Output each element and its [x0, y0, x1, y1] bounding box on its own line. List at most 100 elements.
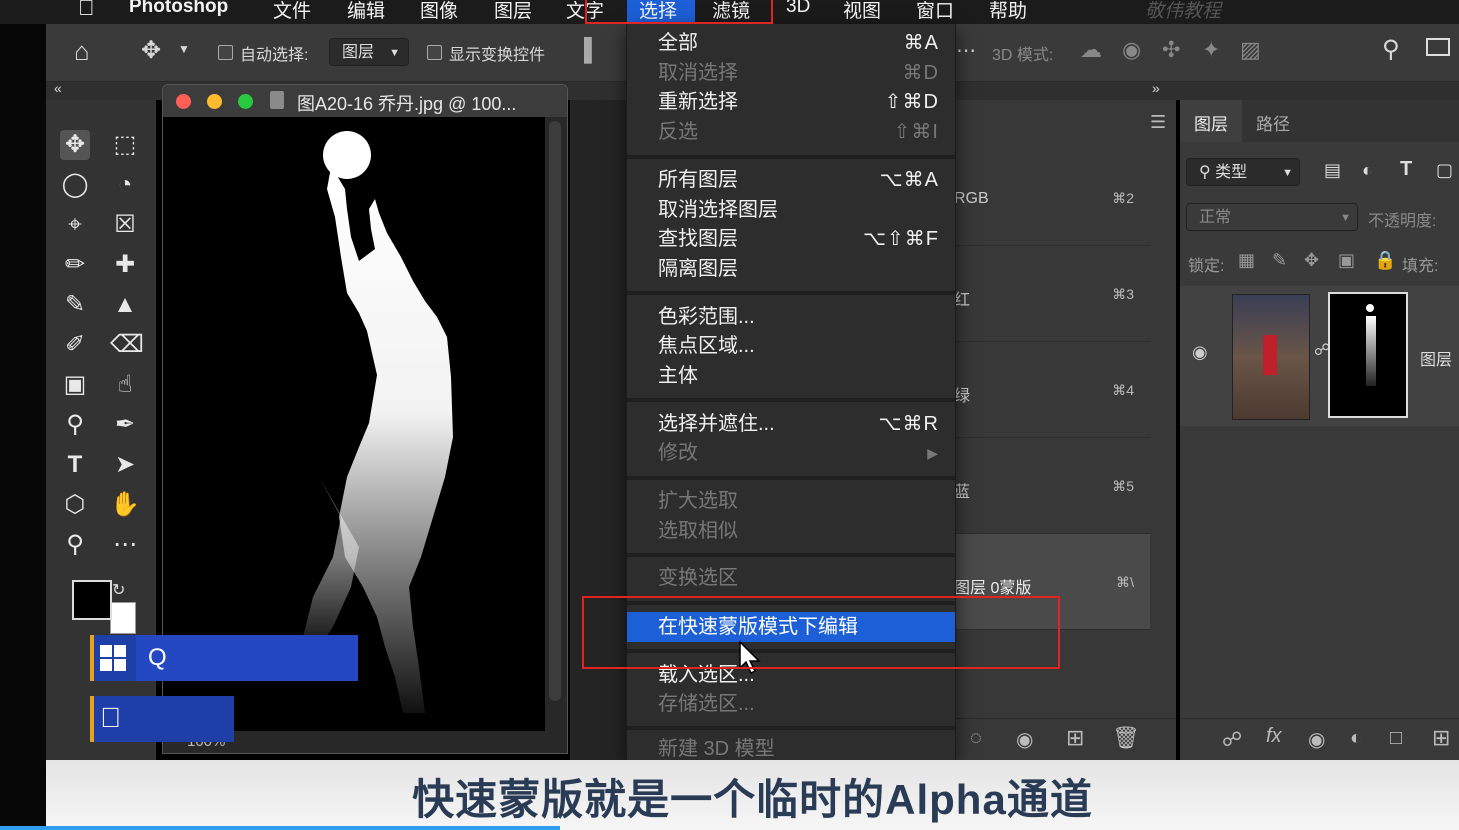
menu-item-select-and-mask[interactable]: 选择并遮住... ⌥⌘R	[627, 409, 955, 439]
menu-item-inverse[interactable]: 反选 ⇧⌘I	[627, 117, 955, 147]
menu-help[interactable]: 帮助	[989, 0, 1027, 23]
menu-view[interactable]: 视图	[843, 0, 881, 23]
search-icon[interactable]: ⚲	[1382, 35, 1400, 64]
background-color-swatch[interactable]	[110, 602, 136, 634]
menu-item-reselect[interactable]: 重新选择 ⇧⌘D	[627, 87, 955, 117]
crop-tool-icon[interactable]: ⌖	[60, 210, 90, 240]
tab-paths[interactable]: 路径	[1242, 100, 1304, 142]
roll-3d-icon[interactable]: ◉	[1122, 37, 1141, 63]
workspace-icon[interactable]	[1426, 38, 1450, 56]
menu-item-deselect[interactable]: 取消选择 ⌘D	[627, 58, 955, 88]
zoom-window-button[interactable]	[238, 94, 253, 109]
brush-tool-icon[interactable]: ✎	[60, 290, 90, 320]
adjustment-layer-icon[interactable]: ◐	[1350, 727, 1362, 750]
orbit-3d-icon[interactable]: ☁	[1080, 37, 1102, 63]
menu-item-color-range[interactable]: 色彩范围...	[627, 302, 955, 332]
eyedropper-tool-icon[interactable]: ✏	[60, 250, 90, 280]
layer-filter-combo[interactable]: ⚲ 类型 ▼	[1186, 158, 1300, 186]
menu-image[interactable]: 图像	[420, 0, 458, 23]
mac-taskbar-chip[interactable]: 	[90, 696, 234, 742]
slide-3d-icon[interactable]: ✦	[1202, 37, 1220, 63]
dodge-tool-icon[interactable]: ⚲	[60, 410, 90, 440]
drag-3d-icon[interactable]: ✣	[1162, 37, 1180, 63]
collapse-left-icon[interactable]: «	[54, 80, 62, 96]
channel-row[interactable]: 红 ⌘3	[954, 246, 1150, 342]
move-tool-icon[interactable]: ✥	[141, 36, 161, 65]
menu-item-find-layers[interactable]: 查找图层 ⌥⇧⌘F	[627, 224, 955, 254]
home-icon[interactable]: ⌂	[74, 36, 90, 67]
lock-artboard-icon[interactable]: ▣	[1338, 250, 1355, 271]
frame-tool-icon[interactable]: ☒	[110, 210, 140, 240]
menu-edit[interactable]: 编辑	[347, 0, 385, 23]
channel-row[interactable]: RGB ⌘2	[954, 150, 1150, 246]
swap-colors-icon[interactable]: ↻	[112, 580, 132, 600]
layer-row[interactable]: ◉ ☍ 图层	[1180, 286, 1459, 426]
smudge-tool-icon[interactable]: ☝	[110, 370, 140, 400]
menu-item-focus-area[interactable]: 焦点区域...	[627, 331, 955, 361]
link-layers-icon[interactable]: ☍	[1222, 727, 1242, 752]
menu-item-isolate-layers[interactable]: 隔离图层	[627, 254, 955, 284]
video-camera-icon[interactable]: ▨	[1240, 37, 1261, 63]
show-transform-checkbox[interactable]	[427, 45, 442, 60]
app-name-menu[interactable]: Photoshop	[129, 0, 228, 18]
foreground-color-swatch[interactable]	[72, 580, 112, 620]
windows-taskbar-chip[interactable]: Q	[90, 635, 358, 681]
fx-icon[interactable]: fx	[1266, 725, 1282, 748]
vertical-scrollbar[interactable]	[549, 121, 561, 701]
new-layer-icon[interactable]: ⊞	[1432, 725, 1450, 751]
marquee-tool-icon[interactable]: ⬚	[110, 130, 140, 160]
channel-row[interactable]: 蓝 ⌘5	[954, 438, 1150, 534]
layer-mask-thumbnail[interactable]	[1328, 292, 1408, 418]
eye-visibility-icon[interactable]: ◉	[1192, 342, 1208, 363]
type-filter-icon[interactable]: T	[1400, 158, 1412, 181]
history-brush-tool-icon[interactable]: ✐	[60, 330, 90, 360]
group-folder-icon[interactable]: □	[1390, 727, 1402, 750]
menu-file[interactable]: 文件	[273, 0, 311, 23]
panel-menu-icon[interactable]: ☰	[1150, 112, 1166, 133]
new-channel-icon[interactable]: ⊞	[1066, 725, 1084, 751]
image-filter-icon[interactable]: ▤	[1324, 160, 1341, 181]
video-progress-bar[interactable]	[0, 826, 560, 830]
minimize-window-button[interactable]	[207, 94, 222, 109]
channel-row[interactable]: 绿 ⌘4	[954, 342, 1150, 438]
collapse-right-icon[interactable]: »	[1152, 80, 1160, 96]
search-field[interactable]: Q	[136, 635, 358, 681]
menu-item-deselect-layers[interactable]: 取消选择图层	[627, 195, 955, 225]
tab-layers[interactable]: 图层	[1180, 100, 1242, 142]
add-mask-icon[interactable]: ◉	[1308, 727, 1325, 752]
menu-item-similar[interactable]: 选取相似	[627, 516, 955, 546]
menu-item-select-all[interactable]: 全部 ⌘A	[627, 28, 955, 58]
apple-menu-icon[interactable]: 	[78, 0, 95, 21]
lock-brush-icon[interactable]: ✎	[1272, 250, 1287, 271]
hand-tool-icon[interactable]: ✋	[110, 490, 140, 520]
more-tools-icon[interactable]: ⋯	[110, 530, 140, 560]
save-selection-icon[interactable]: ◉	[1016, 727, 1033, 752]
trash-icon[interactable]: 🗑	[1112, 725, 1140, 751]
type-tool-icon[interactable]: T	[60, 450, 90, 480]
auto-select-checkbox[interactable]	[218, 45, 233, 60]
adjustment-filter-icon[interactable]: ◐	[1362, 160, 1373, 181]
load-selection-icon[interactable]: ◌	[970, 727, 982, 750]
shape-tool-icon[interactable]: ⬡	[60, 490, 90, 520]
close-window-button[interactable]	[176, 94, 191, 109]
lock-all-icon[interactable]: 🔒	[1374, 250, 1396, 271]
pen-tool-icon[interactable]: ✒	[110, 410, 140, 440]
chevron-down-icon[interactable]: ▼	[178, 42, 190, 56]
menu-item-save-selection[interactable]: 存储选区...	[627, 689, 955, 719]
menu-3d[interactable]: 3D	[786, 0, 810, 18]
menu-window[interactable]: 窗口	[916, 0, 954, 23]
auto-select-combo[interactable]: 图层 ▼	[329, 38, 409, 66]
quick-select-tool-icon[interactable]: ◔	[110, 170, 140, 200]
shape-filter-icon[interactable]: ▢	[1436, 160, 1453, 181]
zoom-tool-icon[interactable]: ⚲	[60, 530, 90, 560]
align-left-icon[interactable]: ▌	[584, 37, 600, 63]
menu-layer[interactable]: 图层	[494, 0, 532, 23]
path-select-tool-icon[interactable]: ➤	[110, 450, 140, 480]
lasso-tool-icon[interactable]: ◯	[60, 170, 90, 200]
lock-pixels-icon[interactable]: ▦	[1238, 250, 1255, 271]
menu-item-all-layers[interactable]: 所有图层 ⌥⌘A	[627, 165, 955, 195]
menu-item-transform-selection[interactable]: 变换选区	[627, 563, 955, 593]
gradient-tool-icon[interactable]: ▣	[60, 370, 90, 400]
healing-brush-tool-icon[interactable]: ✚	[110, 250, 140, 280]
lock-position-icon[interactable]: ✥	[1304, 250, 1319, 271]
